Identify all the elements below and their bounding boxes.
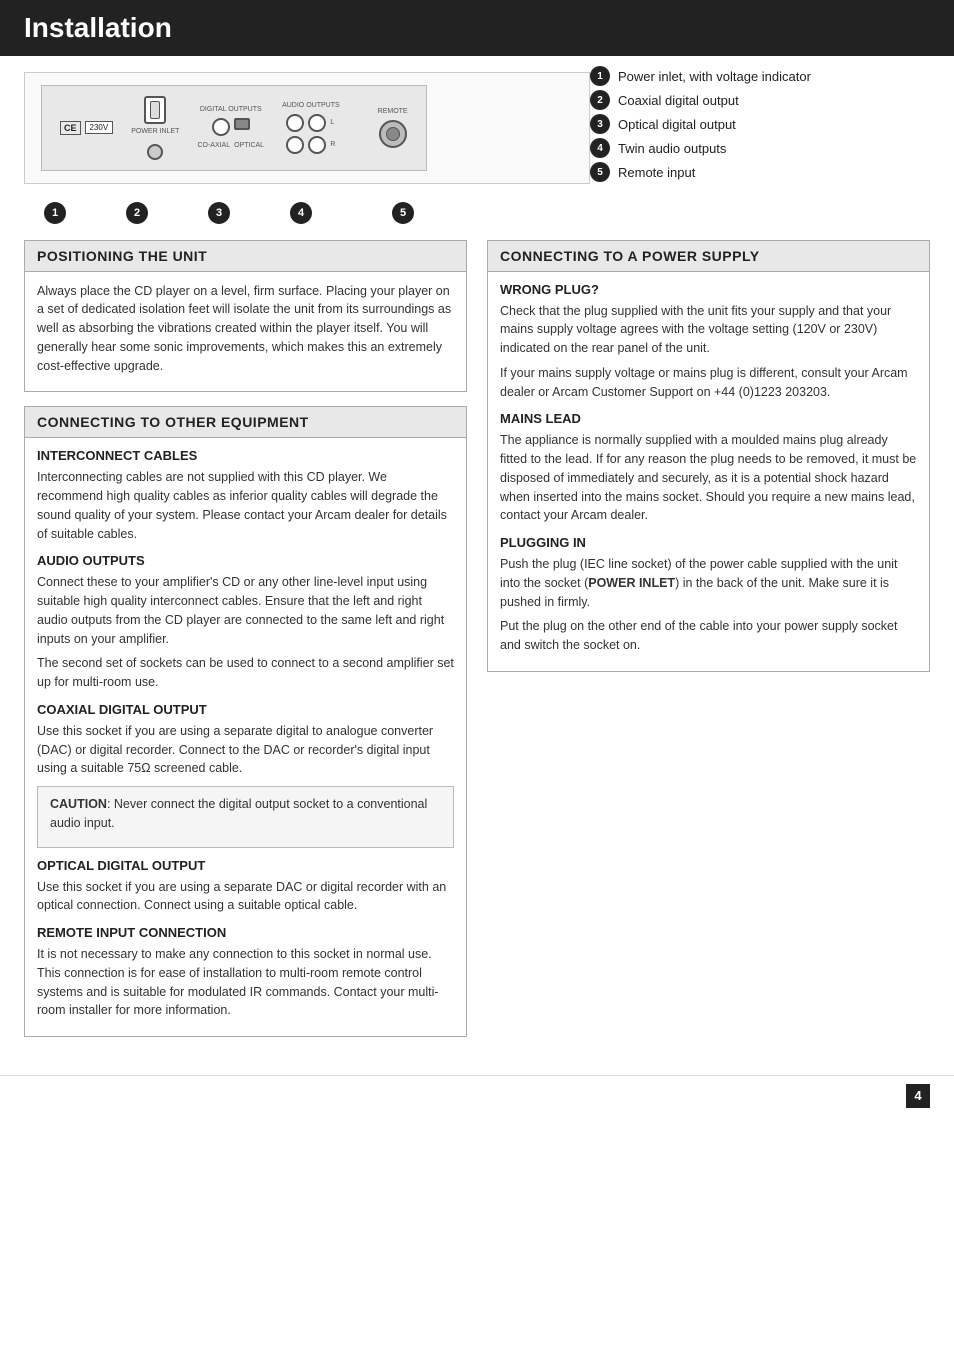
page-number-area: 4 (0, 1075, 954, 1116)
page-header: Installation (0, 0, 954, 56)
legend-item-1: 1 Power inlet, with voltage indicator (590, 66, 930, 86)
legend-list: 1 Power inlet, with voltage indicator 2 … (590, 66, 930, 182)
callout-row: 1 2 3 4 5 (24, 196, 590, 224)
legend-text-3: Optical digital output (618, 117, 736, 132)
optical-output-subtitle: OPTICAL DIGITAL OUTPUT (37, 858, 454, 873)
power-inlet-section: POWER INLET (131, 96, 179, 160)
remote-label: REMOTE (378, 108, 408, 116)
callout-5: 5 (392, 202, 414, 224)
connecting-other-section: CONNECTING TO OTHER EQUIPMENT INTERCONNE… (24, 406, 467, 1037)
positioning-section: POSITIONING THE UNIT Always place the CD… (24, 240, 467, 393)
wrong-plug-subtitle: WRONG PLUG? (500, 282, 917, 297)
mains-lead-body: The appliance is normally supplied with … (500, 431, 917, 525)
wrong-plug-body1: Check that the plug supplied with the un… (500, 302, 917, 358)
left-column: POSITIONING THE UNIT Always place the CD… (24, 240, 467, 1052)
power-socket (144, 96, 166, 124)
caution-label: CAUTION (50, 797, 107, 811)
legend-num-5: 5 (590, 162, 610, 182)
interconnect-subtitle: INTERCONNECT CABLES (37, 448, 454, 463)
connecting-power-content: WRONG PLUG? Check that the plug supplied… (488, 272, 929, 671)
remote-input-subtitle: REMOTE INPUT CONNECTION (37, 925, 454, 940)
legend-text-2: Coaxial digital output (618, 93, 739, 108)
optical-output-body: Use this socket if you are using a separ… (37, 878, 454, 916)
page-title: Installation (24, 12, 930, 44)
audio-out-row-2: R (286, 136, 335, 154)
audio-out-l2 (286, 136, 304, 154)
optical-label: OPTICAL (234, 142, 264, 150)
legend-item-2: 2 Coaxial digital output (590, 90, 930, 110)
legend-item-4: 4 Twin audio outputs (590, 138, 930, 158)
audio-out-r1 (308, 114, 326, 132)
coaxial-output-subtitle: COAXIAL DIGITAL OUTPUT (37, 702, 454, 717)
device-panel: CE 230V POWER INLET (24, 72, 590, 184)
connecting-other-content: INTERCONNECT CABLES Interconnecting cabl… (25, 438, 466, 1036)
legend-num-1: 1 (590, 66, 610, 86)
remote-input-body: It is not necessary to make any connecti… (37, 945, 454, 1020)
callout-2: 2 (126, 202, 148, 224)
voltage-badge: 230V (85, 121, 114, 134)
legend-num-2: 2 (590, 90, 610, 110)
digital-connector-row (212, 118, 250, 136)
connecting-power-title: CONNECTING TO A POWER SUPPLY (488, 241, 929, 272)
audio-out-r2 (308, 136, 326, 154)
power-socket-inner (150, 101, 160, 119)
diagram-container: CE 230V POWER INLET (24, 56, 930, 224)
positioning-title: POSITIONING THE UNIT (25, 241, 466, 272)
connecting-power-section: CONNECTING TO A POWER SUPPLY WRONG PLUG?… (487, 240, 930, 672)
remote-connector (379, 120, 407, 148)
digital-outputs-label: DIGITAL OUTPUTS (200, 106, 262, 114)
caution-text: CAUTION: Never connect the digital outpu… (50, 795, 441, 833)
interconnect-body: Interconnecting cables are not supplied … (37, 468, 454, 543)
rear-panel: CE 230V POWER INLET (41, 85, 427, 171)
audio-r-label: R (330, 141, 335, 149)
positioning-body: Always place the CD player on a level, f… (37, 282, 454, 376)
remote-section: REMOTE (378, 108, 408, 148)
legend-text-1: Power inlet, with voltage indicator (618, 69, 811, 84)
optical-port (234, 118, 250, 130)
legend-item-5: 5 Remote input (590, 162, 930, 182)
page-num-box: 4 (906, 1084, 930, 1108)
audio-out-l1 (286, 114, 304, 132)
wrong-plug-body2: If your mains supply voltage or mains pl… (500, 364, 917, 402)
legend-text-4: Twin audio outputs (618, 141, 726, 156)
two-col-layout: POSITIONING THE UNIT Always place the CD… (24, 240, 930, 1052)
audio-out-row-1: L (286, 114, 335, 132)
power-inlet-label: POWER INLET (131, 128, 179, 136)
digital-outputs-section: DIGITAL OUTPUTS CO-AXIAL OPTICAL (197, 106, 264, 149)
audio-outputs-label: AUDIO OUTPUTS (282, 102, 340, 110)
callout-1: 1 (44, 202, 66, 224)
coaxial-output-body: Use this socket if you are using a separ… (37, 722, 454, 778)
mains-lead-subtitle: MAINS LEAD (500, 411, 917, 426)
legend-num-4: 4 (590, 138, 610, 158)
diagram-legend: 1 Power inlet, with voltage indicator 2 … (590, 56, 930, 186)
connecting-other-title: CONNECTING TO OTHER EQUIPMENT (25, 407, 466, 438)
right-column: CONNECTING TO A POWER SUPPLY WRONG PLUG?… (487, 240, 930, 1052)
legend-item-3: 3 Optical digital output (590, 114, 930, 134)
audio-outputs-body2: The second set of sockets can be used to… (37, 654, 454, 692)
positioning-content: Always place the CD player on a level, f… (25, 272, 466, 392)
plugging-in-subtitle: PLUGGING IN (500, 535, 917, 550)
coaxial-label: CO-AXIAL (197, 142, 230, 150)
caution-body: : Never connect the digital output socke… (50, 797, 427, 830)
coaxial-connector (212, 118, 230, 136)
plugging-in-body2: Put the plug on the other end of the cab… (500, 617, 917, 655)
audio-l-label: L (330, 119, 334, 127)
audio-outputs-body1: Connect these to your amplifier's CD or … (37, 573, 454, 648)
callout-3: 3 (208, 202, 230, 224)
audio-outputs-subtitle: AUDIO OUTPUTS (37, 553, 454, 568)
remote-inner (386, 127, 400, 141)
legend-text-5: Remote input (618, 165, 695, 180)
ce-mark: CE (60, 121, 81, 135)
plugging-in-body1: Push the plug (IEC line socket) of the p… (500, 555, 917, 611)
audio-outputs-section: AUDIO OUTPUTS L R (282, 102, 340, 154)
legend-num-3: 3 (590, 114, 610, 134)
ce-section: CE 230V (60, 121, 113, 135)
diagram-left: CE 230V POWER INLET (24, 56, 590, 224)
power-knob (147, 144, 163, 160)
caution-box: CAUTION: Never connect the digital outpu… (37, 786, 454, 848)
callout-4: 4 (290, 202, 312, 224)
